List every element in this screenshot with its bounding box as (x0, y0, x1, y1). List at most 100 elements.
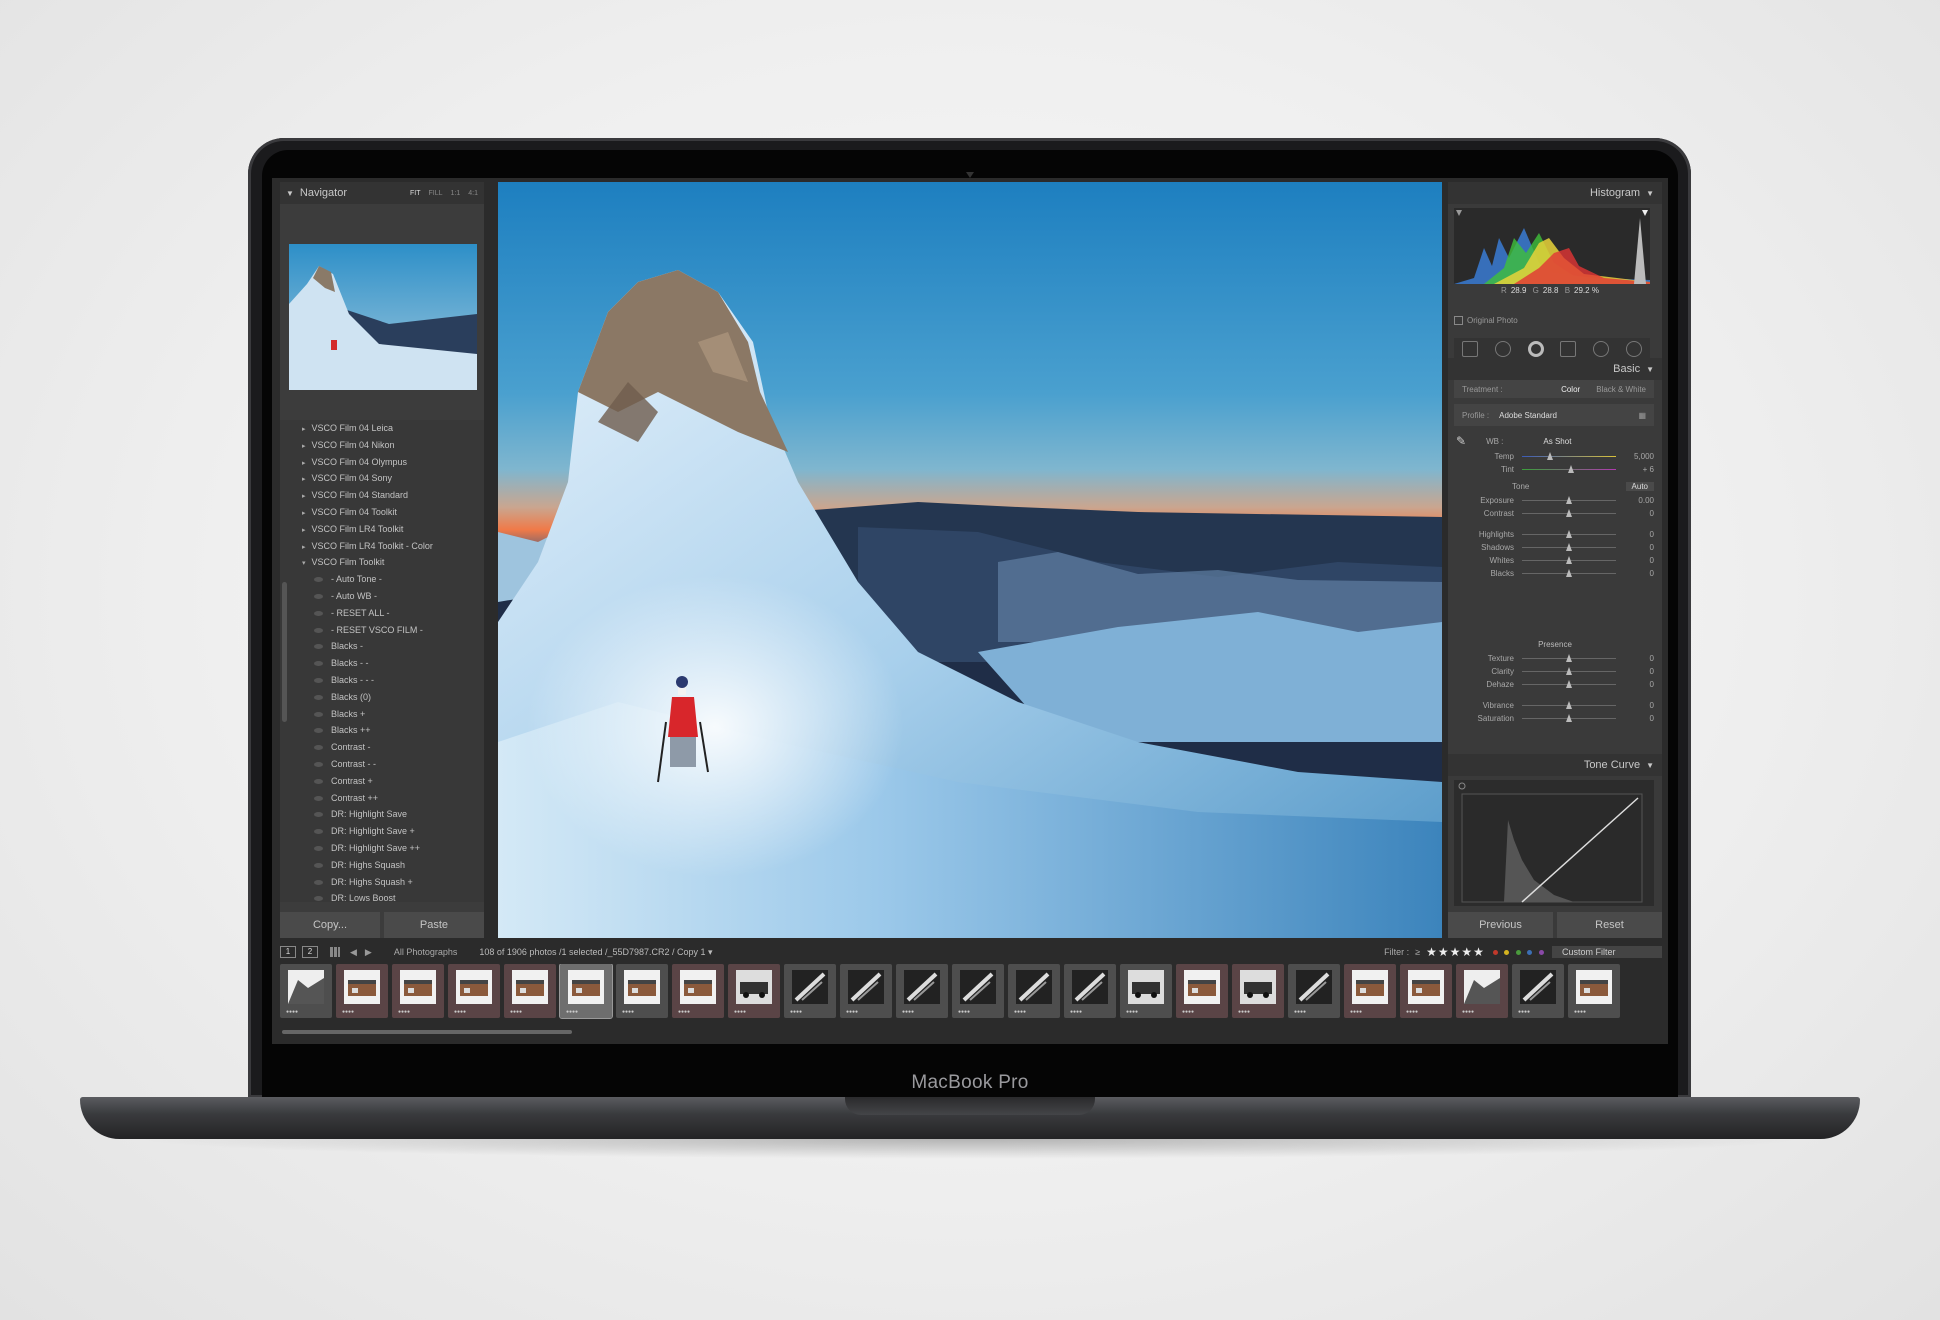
adjustment-slider[interactable] (1522, 543, 1616, 551)
tone-curve-header[interactable]: Tone Curve ▼ (1448, 754, 1662, 776)
profile-browser-icon[interactable]: ▦ (1638, 411, 1646, 420)
filmstrip-thumbnail[interactable]: ●●●● (1456, 964, 1508, 1018)
selection-info[interactable]: 108 of 1906 photos /1 selected /_55D7987… (479, 947, 712, 958)
auto-tone-button[interactable]: Auto (1625, 481, 1654, 491)
filmstrip-thumbnail[interactable]: ●●●● (672, 964, 724, 1018)
source-label[interactable]: All Photographs (394, 947, 458, 957)
filmstrip-thumbnail[interactable]: ●●●● (728, 964, 780, 1018)
graduated-filter-icon[interactable] (1560, 341, 1577, 357)
zoom-fit[interactable]: FIT (410, 190, 421, 197)
paste-button[interactable]: Paste (384, 912, 484, 938)
slider-value[interactable]: 0 (1624, 530, 1654, 539)
slider-knob[interactable] (1566, 569, 1572, 577)
preset-item[interactable]: Contrast ++ (280, 790, 484, 807)
zoom-4-1[interactable]: 4:1 (468, 190, 478, 197)
collapse-triangle-icon[interactable]: ▼ (1646, 761, 1654, 770)
preset-item[interactable]: Contrast - - (280, 756, 484, 773)
preset-item[interactable]: - RESET VSCO FILM - (280, 622, 484, 639)
preset-item[interactable]: Contrast + (280, 773, 484, 790)
preset-item[interactable]: Blacks - - (280, 655, 484, 672)
tint-slider[interactable] (1522, 465, 1616, 473)
slider-knob[interactable] (1566, 667, 1572, 675)
slider-knob[interactable] (1566, 530, 1572, 538)
filmstrip-thumbnail[interactable]: ●●●● (1176, 964, 1228, 1018)
original-photo-toggle[interactable]: Original Photo (1454, 316, 1518, 325)
preset-folder[interactable]: VSCO Film 04 Nikon (280, 437, 484, 454)
slider-value[interactable]: 0 (1624, 543, 1654, 552)
slider-knob[interactable] (1566, 556, 1572, 564)
collapse-triangle-icon[interactable]: ▼ (1646, 189, 1654, 198)
filmstrip-thumbnail[interactable]: ●●●● (616, 964, 668, 1018)
filmstrip-thumbnail[interactable]: ●●●● (1512, 964, 1564, 1018)
purple-label-dot[interactable] (1539, 950, 1544, 955)
presets-scrollbar[interactable] (282, 582, 287, 722)
profile-select[interactable]: Adobe Standard (1499, 411, 1557, 420)
reset-button[interactable]: Reset (1557, 912, 1662, 938)
forward-arrow-icon[interactable]: ▶ (365, 947, 372, 958)
green-label-dot[interactable] (1515, 950, 1521, 955)
filmstrip-thumbnail[interactable]: ●●●● (1232, 964, 1284, 1018)
preset-item[interactable]: - Auto WB - (280, 588, 484, 605)
adjustment-slider[interactable] (1522, 569, 1616, 577)
filmstrip-thumbnail[interactable]: ●●●● (952, 964, 1004, 1018)
filmstrip-thumbnail[interactable]: ●●●● (392, 964, 444, 1018)
slider-knob[interactable] (1566, 496, 1572, 504)
collapse-triangle-icon[interactable]: ▼ (286, 189, 294, 198)
treatment-bw-button[interactable]: Black & White (1588, 385, 1654, 394)
navigator-preview[interactable] (289, 244, 477, 390)
filmstrip-thumbnail[interactable]: ●●●● (1288, 964, 1340, 1018)
filmstrip-thumbnail[interactable]: ●●●● (784, 964, 836, 1018)
filmstrip-thumbnail[interactable]: ●●●● (280, 964, 332, 1018)
adjustment-slider[interactable] (1522, 667, 1616, 675)
previous-button[interactable]: Previous (1448, 912, 1553, 938)
preset-folder[interactable]: VSCO Film 04 Toolkit (280, 504, 484, 521)
slider-value[interactable]: 0 (1624, 654, 1654, 663)
blue-label-dot[interactable] (1527, 950, 1533, 955)
filmstrip-thumbnail[interactable]: ●●●● (1120, 964, 1172, 1018)
custom-filter-select[interactable]: Custom Filter (1552, 946, 1662, 958)
collapse-triangle-icon[interactable]: ▼ (1646, 365, 1654, 374)
presets-list[interactable]: VSCO Film 04 LeicaVSCO Film 04 NikonVSCO… (280, 420, 484, 902)
red-label-dot[interactable] (1492, 950, 1498, 955)
preset-item[interactable]: - Auto Tone - (280, 571, 484, 588)
slider-knob[interactable] (1566, 714, 1572, 722)
filmstrip-thumbnail[interactable]: ●●●● (336, 964, 388, 1018)
main-photo[interactable] (498, 182, 1442, 938)
copy-button[interactable]: Copy... (280, 912, 380, 938)
slider-knob[interactable] (1566, 543, 1572, 551)
zoom-1-1[interactable]: 1:1 (451, 190, 461, 197)
yellow-label-dot[interactable] (1504, 950, 1510, 955)
basic-header[interactable]: Basic ▼ (1448, 358, 1662, 380)
treatment-color-button[interactable]: Color (1553, 385, 1588, 394)
zoom-fill[interactable]: FILL (429, 190, 443, 197)
slider-value[interactable]: 0 (1624, 680, 1654, 689)
filmstrip[interactable]: ●●●● ●●●● ●●●● ●●●● ●●●● ●●●● ●●●● ●●●● ●●●● ●●●●… (280, 964, 1662, 1026)
filter-stars[interactable]: ★★★★★ (1426, 945, 1485, 959)
adjustment-slider[interactable] (1522, 509, 1616, 517)
screen-2-button[interactable]: 2 (302, 946, 318, 958)
slider-value[interactable]: 0 (1624, 569, 1654, 578)
preset-folder[interactable]: VSCO Film LR4 Toolkit - Color (280, 538, 484, 555)
radial-filter-icon[interactable] (1592, 341, 1609, 357)
preset-item[interactable]: DR: Highs Squash + (280, 874, 484, 891)
preset-item[interactable]: DR: Highlight Save + (280, 823, 484, 840)
wb-select[interactable]: As Shot (1543, 437, 1571, 446)
preset-item[interactable]: Blacks ++ (280, 722, 484, 739)
temp-value[interactable]: 5,000 (1624, 452, 1654, 461)
slider-value[interactable]: 0 (1624, 714, 1654, 723)
preset-item[interactable]: Blacks (0) (280, 689, 484, 706)
filmstrip-scrollbar[interactable] (282, 1030, 572, 1034)
crop-tool-icon[interactable] (1462, 341, 1479, 357)
slider-value[interactable]: 0 (1624, 667, 1654, 676)
filmstrip-thumbnail[interactable]: ●●●● (896, 964, 948, 1018)
preset-item[interactable]: DR: Lows Boost (280, 890, 484, 902)
adjustment-slider[interactable] (1522, 701, 1616, 709)
preset-item[interactable]: Contrast - (280, 739, 484, 756)
filter-rating-operator[interactable]: ≥ (1415, 947, 1420, 957)
filmstrip-thumbnail[interactable]: ●●●● (559, 964, 613, 1019)
slider-value[interactable]: 0 (1624, 701, 1654, 710)
color-label-filter[interactable] (1491, 947, 1546, 957)
adjustment-slider[interactable] (1522, 654, 1616, 662)
preset-folder[interactable]: VSCO Film LR4 Toolkit (280, 521, 484, 538)
checkbox-icon[interactable] (1454, 316, 1463, 325)
